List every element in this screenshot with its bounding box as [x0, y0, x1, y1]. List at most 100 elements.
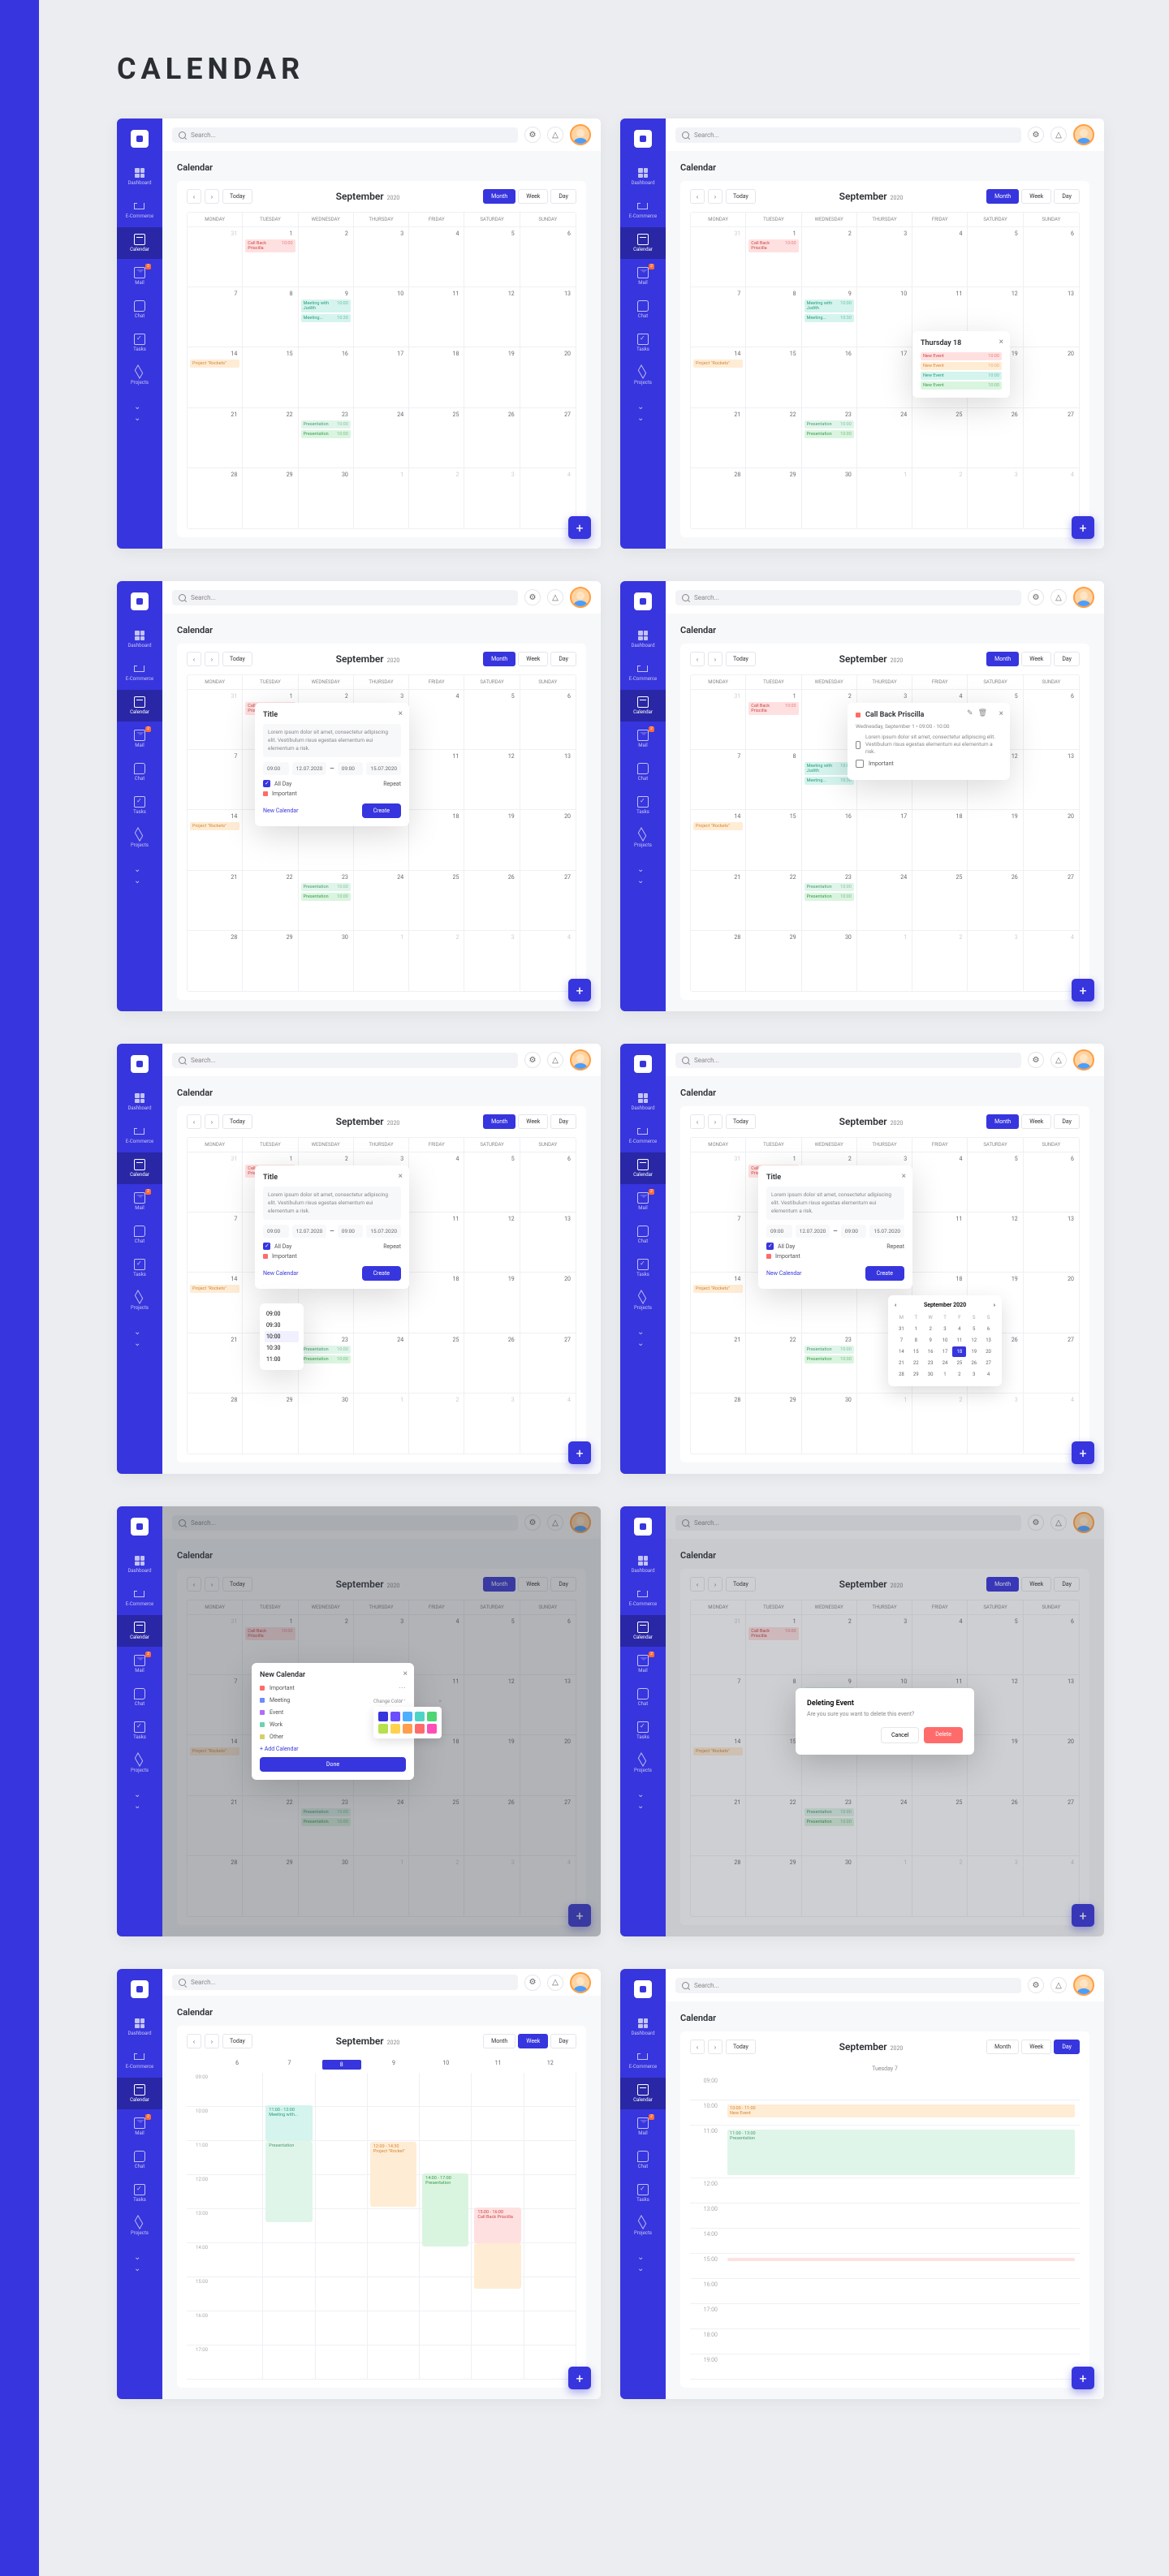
logo-icon[interactable]	[634, 1055, 652, 1073]
important-row[interactable]: Important	[263, 790, 401, 797]
sidebar-item-e-commerce[interactable]: E-Commerce	[620, 2044, 666, 2076]
time-option[interactable]: 11:00	[265, 1354, 299, 1365]
close-icon[interactable]: ×	[399, 1172, 403, 1181]
prev-button[interactable]: ‹	[187, 652, 201, 666]
view-day-button[interactable]: Day	[1054, 189, 1080, 204]
day-cell[interactable]: 26	[968, 871, 1023, 931]
day-cell[interactable]: 26	[968, 408, 1023, 468]
mini-day-cell[interactable]: 18	[952, 1346, 966, 1357]
week-event-block[interactable]: Presentation	[265, 2141, 312, 2222]
day-cell[interactable]: 3	[354, 227, 409, 287]
sidebar-item-e-commerce[interactable]: E-Commerce	[117, 657, 162, 688]
sidebar-item-tasks[interactable]: Tasks	[620, 2178, 666, 2209]
day-cell[interactable]: 19	[464, 347, 520, 407]
sidebar-item-mail[interactable]: Mail 2	[620, 261, 666, 292]
start-time-input[interactable]: 09:00	[263, 1225, 289, 1238]
sidebar-item-calendar[interactable]: Calendar	[117, 690, 162, 722]
close-icon[interactable]: ×	[399, 709, 403, 718]
day-cell[interactable]: 16	[802, 810, 857, 870]
new-calendar-link[interactable]: New Calendar	[766, 1270, 801, 1277]
day-cell[interactable]: 15	[746, 810, 801, 870]
sidebar-item-e-commerce[interactable]: E-Commerce	[620, 657, 666, 688]
mini-day-cell[interactable]: 21	[895, 1358, 908, 1368]
prev-button[interactable]: ‹	[690, 2040, 705, 2054]
avatar[interactable]	[570, 1972, 591, 1993]
mini-day-cell[interactable]: 8	[909, 1335, 923, 1346]
day-cell[interactable]: 7	[188, 1213, 243, 1273]
day-cell[interactable]: 11	[912, 1213, 968, 1273]
event-chip[interactable]: Project "Rockets"	[190, 1285, 239, 1293]
day-cell[interactable]: 2	[409, 1394, 464, 1454]
view-day-button[interactable]: Day	[550, 2034, 576, 2048]
day-cell[interactable]: 23 Presentation10:00Presentation10:00	[802, 871, 857, 931]
day-cell[interactable]: 6	[520, 227, 576, 287]
all-day-checkbox[interactable]: All DayRepeat	[263, 780, 401, 787]
sidebar-item-e-commerce[interactable]: E-Commerce	[117, 1582, 162, 1613]
day-cell[interactable]: 3	[857, 227, 912, 287]
day-cell[interactable]: 6	[1024, 227, 1079, 287]
end-time-input[interactable]: 09:00	[338, 762, 364, 775]
day-cell[interactable]: 21	[188, 408, 243, 468]
day-cell[interactable]: 20	[1024, 1273, 1079, 1333]
day-cell[interactable]: 24	[857, 871, 912, 931]
search-input[interactable]: Search...	[675, 590, 1021, 605]
day-time-row[interactable]: 13:00	[690, 2203, 1080, 2229]
sidebar-item-chat[interactable]: Chat	[620, 756, 666, 788]
search-input[interactable]: Search...	[172, 590, 518, 605]
day-cell[interactable]: 28	[691, 1394, 746, 1454]
new-calendar-link[interactable]: New Calendar	[263, 1270, 298, 1277]
day-cell[interactable]: 2	[912, 468, 968, 528]
day-time-row[interactable]: 11:00 11:00 - 13:00 Presentation	[690, 2126, 1080, 2178]
sidebar-item-mail[interactable]: Mail 2	[117, 2111, 162, 2143]
next-button[interactable]: ›	[708, 2040, 723, 2054]
day-cell[interactable]: 4	[520, 1394, 576, 1454]
add-event-fab[interactable]: +	[1072, 1441, 1094, 1464]
day-cell[interactable]: 4	[912, 1152, 968, 1213]
day-cell[interactable]: 27	[1024, 1333, 1079, 1394]
day-cell[interactable]: 25	[409, 1333, 464, 1394]
mini-day-cell[interactable]: 31	[895, 1324, 908, 1334]
day-time-row[interactable]: 09:00	[690, 2075, 1080, 2100]
day-cell[interactable]: 22	[746, 1333, 801, 1394]
view-month-button[interactable]: Month	[483, 1114, 515, 1129]
day-cell[interactable]: 5	[968, 1152, 1023, 1213]
day-cell[interactable]: 19	[968, 810, 1023, 870]
day-cell[interactable]: 20	[1024, 810, 1079, 870]
day-cell[interactable]: 31	[691, 1152, 746, 1213]
important-row[interactable]: Important	[263, 1253, 401, 1260]
sidebar-item-dashboard[interactable]: Dashboard	[117, 161, 162, 192]
day-cell[interactable]: 14 Project "Rockets"	[691, 810, 746, 870]
day-cell[interactable]: 4	[912, 227, 968, 287]
sidebar-item-dashboard[interactable]: Dashboard	[620, 1549, 666, 1580]
sidebar-item-dashboard[interactable]: Dashboard	[620, 2011, 666, 2043]
day-cell[interactable]: 26	[464, 1333, 520, 1394]
sidebar-expand[interactable]	[117, 394, 162, 418]
day-event-block[interactable]: 10:00 - 11:00 New Event	[727, 2104, 1075, 2117]
day-cell[interactable]: 31	[691, 690, 746, 750]
day-time-row[interactable]: 17:00	[690, 2304, 1080, 2329]
day-cell[interactable]: 3	[968, 468, 1023, 528]
logo-icon[interactable]	[634, 1518, 652, 1536]
view-day-button[interactable]: Day	[1054, 2040, 1080, 2054]
sidebar-item-calendar[interactable]: Calendar	[117, 227, 162, 259]
all-day-checkbox[interactable]: All DayRepeat	[263, 1243, 401, 1250]
day-cell[interactable]: 27	[520, 871, 576, 931]
day-time-row[interactable]: 12:00	[690, 2178, 1080, 2203]
sidebar-expand[interactable]	[117, 1781, 162, 1806]
week-event-block[interactable]: 14:00 - 17:00 Presentation	[422, 2173, 468, 2246]
day-cell[interactable]: 19	[464, 1273, 520, 1333]
day-cell[interactable]: 22	[243, 408, 298, 468]
day-cell[interactable]: 28	[188, 931, 243, 991]
week-day-column[interactable]	[316, 2073, 368, 2380]
sidebar-item-tasks[interactable]: Tasks	[117, 1252, 162, 1284]
day-cell[interactable]: 1	[354, 931, 409, 991]
today-button[interactable]: Today	[222, 189, 252, 204]
logo-icon[interactable]	[131, 1980, 149, 1998]
day-cell[interactable]: 18	[409, 347, 464, 407]
week-day-header[interactable]: 12	[524, 2060, 576, 2070]
week-day-header[interactable]: 10	[420, 2060, 472, 2070]
day-cell[interactable]: 27	[1024, 408, 1079, 468]
sidebar-expand[interactable]	[620, 856, 666, 881]
day-cell[interactable]: 1 Call Back Priscilla10:00	[746, 690, 801, 750]
sidebar-item-mail[interactable]: Mail 2	[620, 2111, 666, 2143]
